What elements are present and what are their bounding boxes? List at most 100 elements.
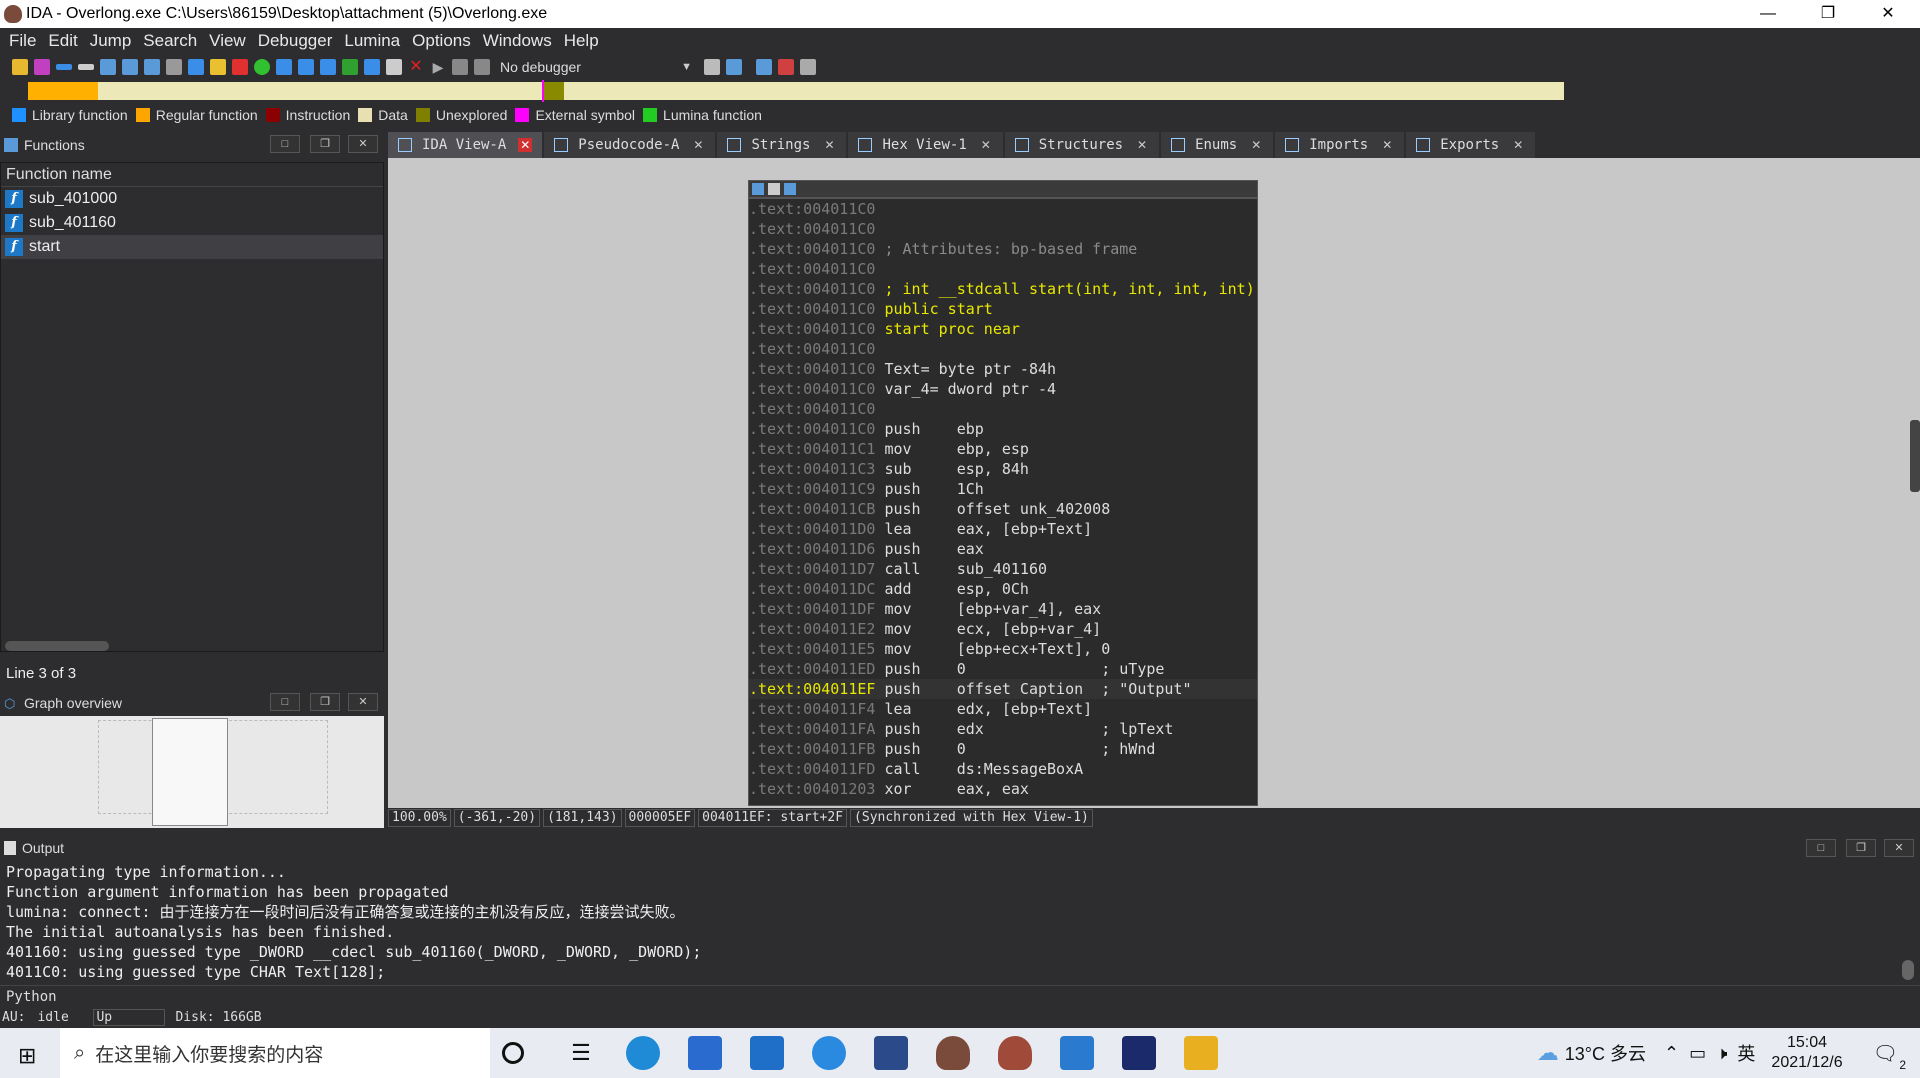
clock[interactable]: 15:04 2021/12/6: [1771, 1033, 1842, 1073]
process-icon[interactable]: [726, 59, 742, 75]
disasm-line[interactable]: .text:004011D0 lea eax, [ebp+Text]: [749, 519, 1257, 539]
disasm-line[interactable]: .text:004011D7 call sub_401160: [749, 559, 1257, 579]
horizontal-scrollbar[interactable]: [5, 641, 109, 651]
disasm-line[interactable]: .text:004011E2 mov ecx, [ebp+var_4]: [749, 619, 1257, 639]
exe-icon[interactable]: [874, 1036, 908, 1070]
disasm-line[interactable]: .text:004011FA push edx ; lpText: [749, 719, 1257, 739]
output-scrollbar[interactable]: [1902, 960, 1914, 980]
copy-icon[interactable]: [100, 59, 116, 75]
tab-pseudocode-a[interactable]: Pseudocode-A ✕: [544, 132, 716, 158]
panel-float-button[interactable]: □: [1806, 839, 1836, 857]
save-icon[interactable]: [34, 59, 50, 75]
tab-exports[interactable]: Exports ✕: [1406, 132, 1536, 158]
navigation-band[interactable]: [0, 80, 1920, 104]
disasm-line[interactable]: .text:004011C0: [749, 219, 1257, 239]
data-icon[interactable]: [298, 59, 314, 75]
disasm-line[interactable]: .text:004011C0: [749, 259, 1257, 279]
mail-icon[interactable]: [750, 1036, 784, 1070]
list-item[interactable]: f sub_401160: [1, 211, 383, 235]
node-collapse-icon[interactable]: [784, 183, 796, 195]
ida64-taskbar-icon[interactable]: [998, 1036, 1032, 1070]
taskbar-search[interactable]: ⌕ 在这里输入你要搜索的内容: [60, 1028, 490, 1078]
windows-start-icon[interactable]: ⊞: [18, 1043, 36, 1069]
paste-icon[interactable]: [122, 59, 138, 75]
menu-search[interactable]: Search: [143, 31, 197, 51]
panel-restore-button[interactable]: ❐: [310, 693, 340, 711]
menu-options[interactable]: Options: [412, 31, 471, 51]
disasm-line[interactable]: .text:004011C0 push ebp: [749, 419, 1257, 439]
menu-debugger[interactable]: Debugger: [258, 31, 333, 51]
stop-icon[interactable]: [474, 59, 490, 75]
output-log[interactable]: Propagating type information... Function…: [6, 862, 701, 982]
vscode-icon[interactable]: [1060, 1036, 1094, 1070]
disasm-line[interactable]: .text:004011C0 ; int __stdcall start(int…: [749, 279, 1257, 299]
menu-help[interactable]: Help: [564, 31, 599, 51]
graph-node-disasm[interactable]: .text:004011C0 .text:004011C0 .text:004011…: [748, 198, 1258, 806]
disasm-line[interactable]: .text:004011F4 lea edx, [ebp+Text]: [749, 699, 1257, 719]
menu-edit[interactable]: Edit: [48, 31, 77, 51]
trace-icon[interactable]: [800, 59, 816, 75]
disasm-line[interactable]: .text:004011DC add esp, 0Ch: [749, 579, 1257, 599]
disasm-line[interactable]: .text:004011FB push 0 ; hWnd: [749, 739, 1257, 759]
xref-icon[interactable]: [364, 59, 380, 75]
disasm-line[interactable]: .text:004011C0: [749, 339, 1257, 359]
close-button[interactable]: ✕: [1860, 0, 1916, 28]
panel-close-button[interactable]: ✕: [1884, 839, 1914, 857]
browser-icon[interactable]: [812, 1036, 846, 1070]
menu-windows[interactable]: Windows: [483, 31, 552, 51]
tab-close-icon[interactable]: ✕: [979, 138, 993, 152]
disasm-line[interactable]: .text:004011FD call ds:MessageBoxA: [749, 759, 1257, 779]
disasm-line[interactable]: .text:004011CB push offset unk_402008: [749, 499, 1257, 519]
breakpoint-icon[interactable]: [778, 59, 794, 75]
panel-close-button[interactable]: ✕: [348, 135, 378, 153]
menu-lumina[interactable]: Lumina: [344, 31, 400, 51]
store-icon[interactable]: [688, 1036, 722, 1070]
disasm-line[interactable]: .text:004011C0 public start: [749, 299, 1257, 319]
disasm-line[interactable]: .text:004011C9 push 1Ch: [749, 479, 1257, 499]
play-icon[interactable]: ▶: [430, 59, 446, 75]
attach-icon[interactable]: [704, 59, 720, 75]
pause-icon[interactable]: [452, 59, 468, 75]
devcpp-icon[interactable]: [1122, 1036, 1156, 1070]
tab-hex-view-1[interactable]: Hex View-1 ✕: [848, 132, 1003, 158]
tab-imports[interactable]: Imports ✕: [1275, 132, 1405, 158]
func-icon[interactable]: [232, 59, 248, 75]
disasm-line[interactable]: .text:004011C0 var_4= dword ptr -4: [749, 379, 1257, 399]
python-cli[interactable]: Python: [0, 985, 1920, 1007]
chevron-up-icon[interactable]: ⌃: [1664, 1043, 1679, 1064]
list-item[interactable]: f sub_401000: [1, 187, 383, 211]
edit-icon[interactable]: [386, 59, 402, 75]
disasm-line[interactable]: .text:004011ED push 0 ; uType: [749, 659, 1257, 679]
menu-view[interactable]: View: [209, 31, 246, 51]
binary-icon[interactable]: [144, 59, 160, 75]
panel-restore-button[interactable]: ❐: [310, 135, 340, 153]
tab-close-icon[interactable]: ✕: [1249, 138, 1263, 152]
disasm-line[interactable]: .text:004011C0: [749, 199, 1257, 219]
struct-icon[interactable]: [320, 59, 336, 75]
restore-button[interactable]: ❐: [1800, 0, 1856, 28]
debugger-select[interactable]: No debugger ▼: [496, 57, 696, 77]
disasm-line[interactable]: .text:004011C0 start proc near: [749, 319, 1257, 339]
node-rename-icon[interactable]: [768, 183, 780, 195]
tab-close-icon[interactable]: ✕: [1380, 138, 1394, 152]
panel-float-button[interactable]: □: [270, 693, 300, 711]
node-color-icon[interactable]: [752, 183, 764, 195]
list-item-selected[interactable]: f start: [1, 235, 383, 259]
menu-jump[interactable]: Jump: [90, 31, 132, 51]
notification-icon[interactable]: 🗨 2: [1873, 1041, 1906, 1072]
ime-indicator[interactable]: 英: [1737, 1040, 1755, 1066]
panel-restore-button[interactable]: ❐: [1846, 839, 1876, 857]
function-name-column-header[interactable]: Function name: [1, 163, 383, 187]
disasm-line[interactable]: .text:004011EF push offset Caption ; "Ou…: [749, 679, 1257, 699]
battery-icon[interactable]: ▭: [1689, 1043, 1706, 1064]
tab-close-icon[interactable]: ✕: [1135, 138, 1149, 152]
cortana-icon[interactable]: [502, 1042, 524, 1064]
file-explorer-icon[interactable]: [1184, 1036, 1218, 1070]
disasm-line[interactable]: .text:004011C3 sub esp, 84h: [749, 459, 1257, 479]
panel-float-button[interactable]: □: [270, 135, 300, 153]
panel-close-button[interactable]: ✕: [348, 693, 378, 711]
graph-icon[interactable]: [342, 59, 358, 75]
tab-structures[interactable]: Structures ✕: [1004, 132, 1160, 158]
forward-icon[interactable]: [78, 64, 94, 70]
tab-close-icon[interactable]: ✕: [1511, 138, 1525, 152]
